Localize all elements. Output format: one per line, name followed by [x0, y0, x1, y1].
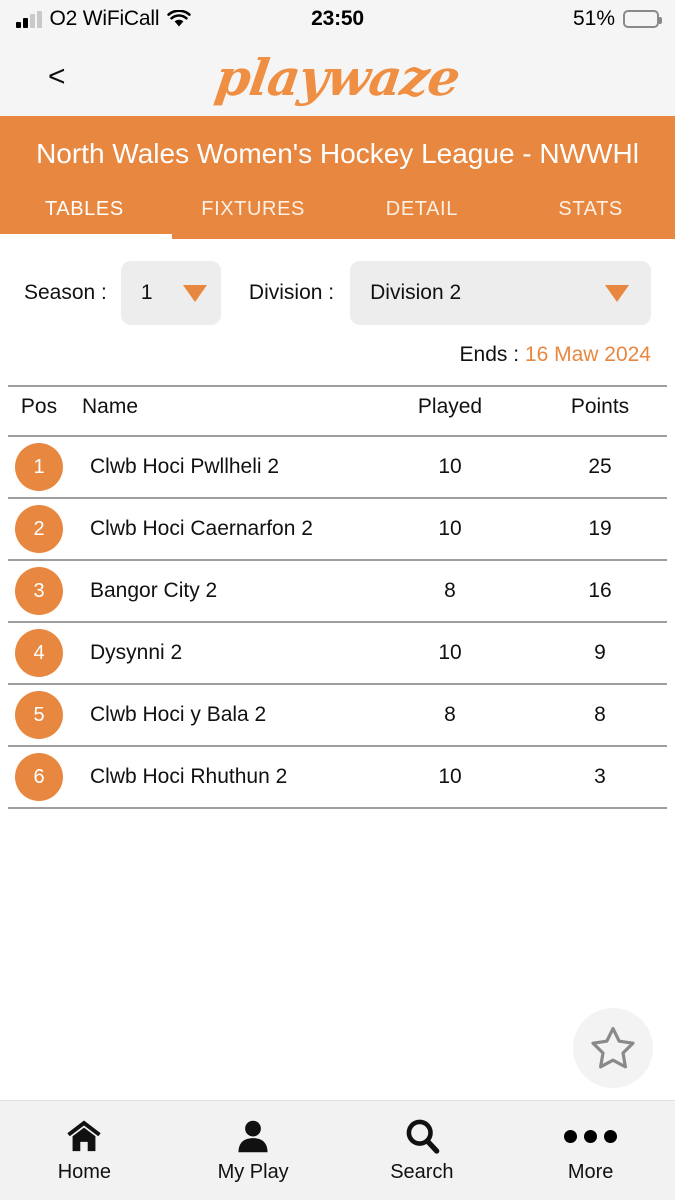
- bottom-navigation: Home My Play Search More: [0, 1100, 675, 1200]
- table-row[interactable]: 4 Dysynni 2 10 9: [0, 623, 675, 683]
- played-value: 10: [438, 765, 462, 788]
- season-label: Season :: [24, 281, 107, 304]
- position-badge: 2: [0, 505, 78, 553]
- played-value: 8: [444, 579, 456, 602]
- league-header: North Wales Women's Hockey League - NWWH…: [0, 116, 675, 239]
- team-name: Clwb Hoci y Bala 2: [90, 703, 267, 726]
- ends-label: Ends :: [459, 343, 520, 366]
- ellipsis-icon: [564, 1117, 618, 1155]
- tab-fixtures[interactable]: FIXTURES: [169, 198, 338, 239]
- season-select[interactable]: 1: [120, 261, 221, 325]
- position-badge: 6: [0, 753, 78, 801]
- column-header-played: Played: [417, 395, 483, 418]
- app-screen: O2 WiFiCall 23:50 51% < playwaze North W…: [0, 0, 675, 1200]
- tab-stats[interactable]: STATS: [506, 198, 675, 239]
- status-bar-left: O2 WiFiCall: [16, 7, 192, 31]
- chevron-down-icon: [605, 284, 629, 302]
- search-icon: [404, 1117, 440, 1155]
- battery-percent-label: 51%: [572, 7, 615, 30]
- nav-item-home[interactable]: Home: [0, 1117, 169, 1184]
- wifi-icon: [167, 10, 192, 28]
- status-bar-right: 51%: [572, 7, 662, 31]
- points-value: 16: [588, 579, 612, 602]
- chevron-down-icon: [182, 284, 207, 302]
- favourite-button[interactable]: [573, 1008, 653, 1088]
- points-value: 8: [594, 703, 606, 726]
- app-nav-bar: < playwaze: [0, 38, 675, 116]
- table-row[interactable]: 3 Bangor City 2 8 16: [0, 561, 675, 621]
- status-bar: O2 WiFiCall 23:50 51%: [0, 0, 675, 38]
- column-header-name: Name: [82, 395, 139, 418]
- star-outline-icon: [591, 1027, 635, 1069]
- nav-item-my-play[interactable]: My Play: [169, 1117, 338, 1184]
- played-value: 10: [438, 517, 462, 540]
- signal-strength-icon: [16, 10, 42, 28]
- column-header-pos: Pos: [20, 395, 58, 418]
- home-icon: [65, 1117, 103, 1155]
- ends-value: 16 Maw 2024: [524, 343, 651, 366]
- table-row[interactable]: 1 Clwb Hoci Pwllheli 2 10 25: [0, 437, 675, 497]
- page-title: North Wales Women's Hockey League - NWWH…: [36, 138, 639, 169]
- played-value: 10: [438, 455, 462, 478]
- points-value: 25: [588, 455, 612, 478]
- carrier-label: O2 WiFiCall: [49, 7, 160, 30]
- team-name: Clwb Hoci Pwllheli 2: [90, 455, 280, 478]
- nav-item-more[interactable]: More: [506, 1117, 675, 1184]
- season-value: 1: [140, 281, 153, 304]
- table-row[interactable]: 5 Clwb Hoci y Bala 2 8 8: [0, 685, 675, 745]
- nav-label-my-play: My Play: [217, 1161, 289, 1183]
- nav-item-search[interactable]: Search: [338, 1117, 507, 1184]
- column-header-points: Points: [570, 395, 630, 418]
- position-badge: 5: [0, 691, 78, 739]
- divider: [8, 807, 667, 809]
- table-row[interactable]: 2 Clwb Hoci Caernarfon 2 10 19: [0, 499, 675, 559]
- points-value: 3: [594, 765, 606, 788]
- season-end-date: Ends : 16 Maw 2024: [0, 325, 675, 367]
- division-value: Division 2: [370, 281, 462, 304]
- battery-icon: [623, 10, 662, 28]
- back-button[interactable]: <: [48, 62, 108, 92]
- team-name: Dysynni 2: [90, 641, 183, 664]
- nav-label-home: Home: [57, 1161, 112, 1183]
- team-name: Bangor City 2: [90, 579, 218, 602]
- person-icon: [236, 1117, 270, 1155]
- position-badge: 3: [0, 567, 78, 615]
- played-value: 8: [444, 703, 456, 726]
- tab-tables[interactable]: TABLES: [0, 198, 172, 239]
- position-badge: 1: [0, 443, 78, 491]
- points-value: 9: [594, 641, 606, 664]
- table-header-row: Pos Name Played Points: [0, 387, 675, 435]
- nav-label-search: Search: [390, 1161, 454, 1183]
- played-value: 10: [438, 641, 462, 664]
- tab-bar: TABLES FIXTURES DETAIL STATS: [0, 198, 675, 239]
- position-badge: 4: [0, 629, 78, 677]
- division-label: Division :: [248, 281, 335, 304]
- team-name: Clwb Hoci Caernarfon 2: [90, 517, 313, 540]
- tab-detail[interactable]: DETAIL: [338, 198, 507, 239]
- league-table: Pos Name Played Points 1 Clwb Hoci Pwllh…: [0, 385, 675, 809]
- division-select[interactable]: Division 2: [350, 261, 651, 325]
- points-value: 19: [588, 517, 612, 540]
- team-name: Clwb Hoci Rhuthun 2: [90, 765, 288, 788]
- nav-label-more: More: [567, 1161, 614, 1183]
- table-row[interactable]: 6 Clwb Hoci Rhuthun 2 10 3: [0, 747, 675, 807]
- filter-bar: Season : 1 Division : Division 2: [0, 239, 675, 325]
